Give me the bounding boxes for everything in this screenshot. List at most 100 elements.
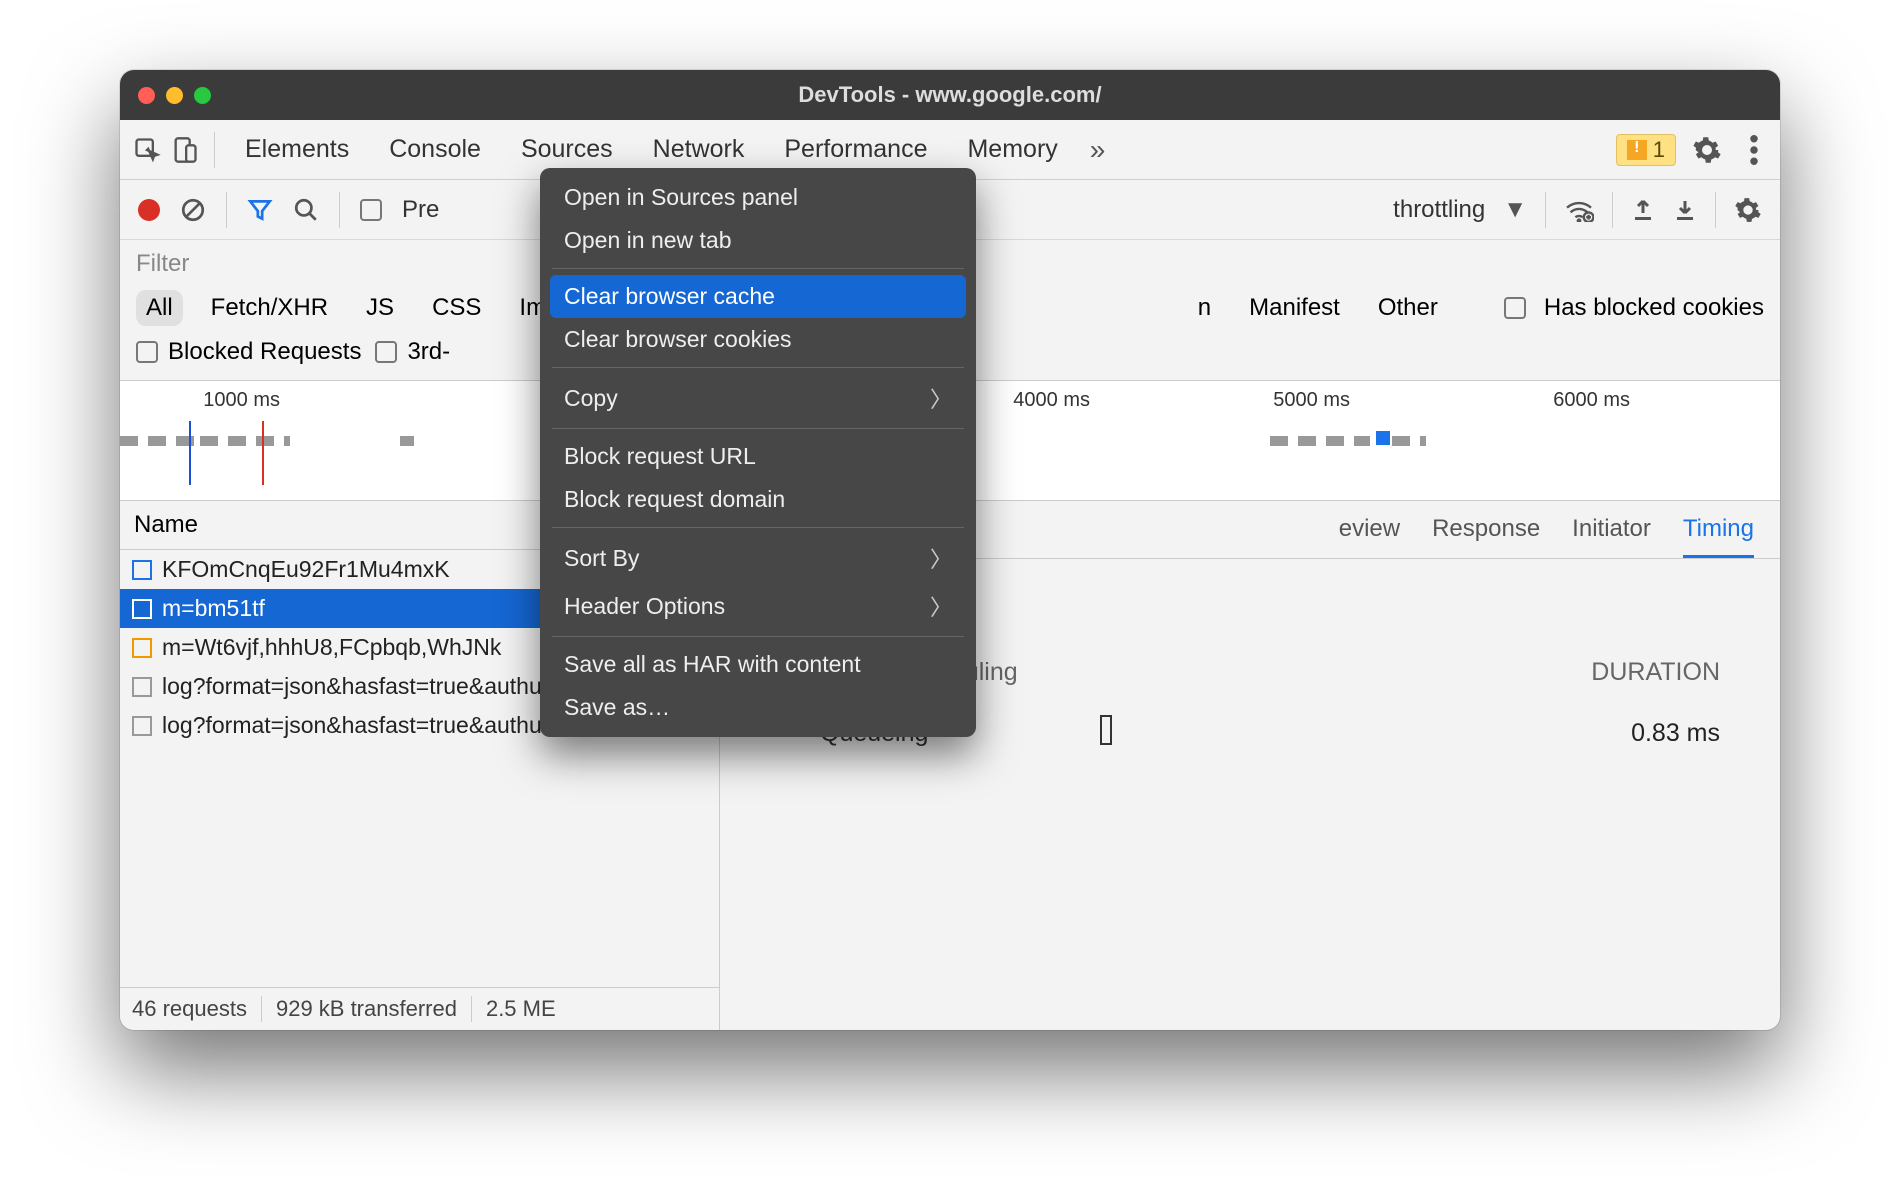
warning-icon <box>1627 140 1647 160</box>
inspect-element-icon[interactable] <box>130 133 164 167</box>
warnings-count: 1 <box>1653 137 1665 163</box>
clear-button[interactable] <box>180 197 206 223</box>
more-options-button[interactable] <box>1738 135 1770 165</box>
filter-chip-manifest[interactable]: Manifest <box>1239 290 1350 326</box>
throttling-label: throttling <box>1393 196 1485 224</box>
timeline-tick: 1000 ms <box>203 389 280 412</box>
window-title: DevTools - www.google.com/ <box>120 82 1780 108</box>
request-list-footer: 46 requests 929 kB transferred 2.5 ME <box>120 987 719 1030</box>
third-party-checkbox[interactable] <box>375 341 397 363</box>
settings-button[interactable] <box>1680 135 1734 165</box>
detail-tab-response[interactable]: Response <box>1432 515 1540 558</box>
zoom-window-button[interactable] <box>194 87 211 104</box>
tab-sources[interactable]: Sources <box>503 135 631 164</box>
timeline-tick: 5000 ms <box>1273 389 1350 412</box>
file-type-icon <box>132 638 152 658</box>
footer-transferred: 929 kB transferred <box>276 996 472 1022</box>
request-name: log?format=json&hasfast=true&authu… <box>162 673 565 700</box>
search-button[interactable] <box>293 197 319 223</box>
filter-chip-fetch-xhr[interactable]: Fetch/XHR <box>201 290 338 326</box>
menu-divider <box>552 428 964 429</box>
detail-tab-timing[interactable]: Timing <box>1683 515 1754 558</box>
export-har-icon[interactable] <box>1673 197 1697 223</box>
tab-elements[interactable]: Elements <box>227 135 367 164</box>
menu-divider <box>552 636 964 637</box>
request-name: m=bm51tf <box>162 595 265 622</box>
detail-tab-initiator[interactable]: Initiator <box>1572 515 1651 558</box>
footer-resources: 2.5 ME <box>486 996 570 1022</box>
timeline-selection-marker[interactable] <box>1376 431 1390 445</box>
more-tabs-button[interactable]: » <box>1080 134 1116 166</box>
queueing-bar-icon <box>1100 715 1112 745</box>
third-party-label: 3rd- <box>407 338 450 366</box>
menu-item[interactable]: Save all as HAR with content <box>550 643 966 686</box>
detail-tab-preview[interactable]: eview <box>1339 515 1400 558</box>
submenu-arrow-icon: 〉 <box>930 382 952 414</box>
preserve-log-checkbox[interactable] <box>360 199 382 221</box>
request-name: KFOmCnqEu92Fr1Mu4mxK <box>162 556 450 583</box>
titlebar: DevTools - www.google.com/ <box>120 70 1780 120</box>
menu-item[interactable]: Block request URL <box>550 435 966 478</box>
close-window-button[interactable] <box>138 87 155 104</box>
menu-item[interactable]: Save as… <box>550 686 966 729</box>
filter-chip-partial-n[interactable]: n <box>1188 290 1221 326</box>
menu-item-label: Header Options <box>564 593 725 620</box>
menu-item[interactable]: Sort By〉 <box>550 534 966 582</box>
menu-item[interactable]: Open in Sources panel <box>550 176 966 219</box>
filter-chip-css[interactable]: CSS <box>422 290 491 326</box>
blocked-requests-checkbox[interactable] <box>136 341 158 363</box>
tab-network[interactable]: Network <box>635 135 763 164</box>
menu-item-label: Clear browser cookies <box>564 326 792 353</box>
menu-item-label: Open in Sources panel <box>564 184 798 211</box>
timeline-tick: 4000 ms <box>1013 389 1090 412</box>
menu-item-label: Copy <box>564 385 618 412</box>
network-settings-icon[interactable] <box>1734 196 1762 224</box>
filter-input[interactable]: Filter <box>136 250 189 277</box>
tab-memory[interactable]: Memory <box>949 135 1075 164</box>
has-blocked-cookies-label: Has blocked cookies <box>1544 294 1764 322</box>
menu-divider <box>552 527 964 528</box>
tab-performance[interactable]: Performance <box>766 135 945 164</box>
file-type-icon <box>132 716 152 736</box>
menu-item[interactable]: Block request domain <box>550 478 966 521</box>
menu-item[interactable]: Clear browser cache <box>550 275 966 318</box>
submenu-arrow-icon: 〉 <box>930 590 952 622</box>
menu-divider <box>552 268 964 269</box>
has-blocked-cookies-checkbox[interactable] <box>1504 297 1526 319</box>
tab-console[interactable]: Console <box>371 135 499 164</box>
blocked-requests-label: Blocked Requests <box>168 338 361 366</box>
footer-requests: 46 requests <box>132 996 262 1022</box>
warnings-badge[interactable]: 1 <box>1616 134 1676 166</box>
network-conditions-icon[interactable] <box>1564 198 1594 222</box>
window-controls <box>138 87 211 104</box>
file-type-icon <box>132 677 152 697</box>
menu-item[interactable]: Open in new tab <box>550 219 966 262</box>
filter-chip-other[interactable]: Other <box>1368 290 1448 326</box>
file-type-icon <box>132 560 152 580</box>
menu-item-label: Open in new tab <box>564 227 732 254</box>
menu-item-label: Block request domain <box>564 486 785 513</box>
menu-item[interactable]: Header Options 〉 <box>550 582 966 630</box>
request-name: log?format=json&hasfast=true&authu… <box>162 712 565 739</box>
throttling-dropdown-icon[interactable]: ▼ <box>1503 196 1527 224</box>
filter-toggle-icon[interactable] <box>247 197 273 223</box>
filter-chip-js[interactable]: JS <box>356 290 404 326</box>
device-toolbar-icon[interactable] <box>168 133 202 167</box>
context-menu: Open in Sources panel Open in new tab Clea… <box>540 168 976 737</box>
import-har-icon[interactable] <box>1631 197 1655 223</box>
minimize-window-button[interactable] <box>166 87 183 104</box>
menu-item[interactable]: Copy 〉 <box>550 374 966 422</box>
menu-item-label: Save all as HAR with content <box>564 651 861 678</box>
filter-chip-all[interactable]: All <box>136 290 183 326</box>
file-type-icon <box>132 599 152 619</box>
menu-item-label: Block request URL <box>564 443 756 470</box>
submenu-arrow-icon: 〉 <box>930 542 952 574</box>
request-name: m=Wt6vjf,hhhU8,FCpbqb,WhJNk <box>162 634 501 661</box>
timeline-tick: 6000 ms <box>1553 389 1630 412</box>
record-button[interactable] <box>138 199 160 221</box>
menu-item-label: Clear browser cache <box>564 283 775 310</box>
duration-header: DURATION <box>1591 658 1720 687</box>
menu-item-label: Save as… <box>564 694 670 721</box>
menu-divider <box>552 367 964 368</box>
menu-item[interactable]: Clear browser cookies <box>550 318 966 361</box>
